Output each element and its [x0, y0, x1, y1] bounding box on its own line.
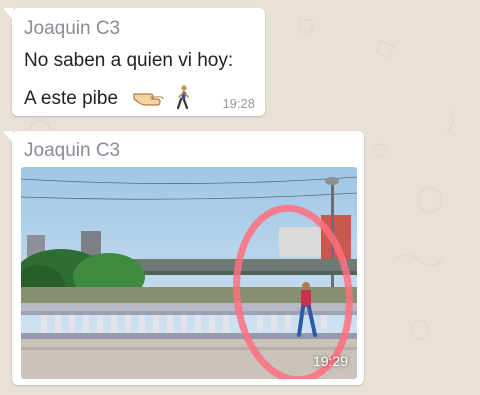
sender-name: Joaquin C3: [24, 140, 121, 161]
sender-name: Joaquin C3: [24, 18, 121, 39]
message-bubble-incoming[interactable]: Joaquin C3 No saben a quien vi hoy: A es…: [3, 8, 265, 116]
message-text-line: No saben a quien vi hoy:: [24, 50, 234, 71]
backhand-index-pointing-left-icon: [132, 85, 166, 107]
photo-attachment[interactable]: 19:29: [21, 167, 357, 379]
message-timestamp: 19:28: [222, 96, 255, 111]
message-bubble-incoming-photo[interactable]: Joaquin C3 19:29: [3, 131, 364, 385]
message-timestamp: 19:29: [312, 353, 348, 369]
message-text-line: A este pibe: [24, 88, 119, 109]
person-walking-icon: [175, 85, 191, 111]
photo-image: [21, 167, 357, 379]
